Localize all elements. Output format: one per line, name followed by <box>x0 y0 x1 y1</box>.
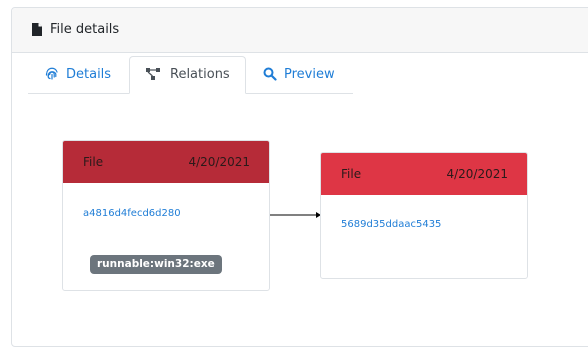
tag-badge: runnable:win32:exe <box>90 255 222 274</box>
page-title: File details <box>50 22 120 37</box>
node-hash-link[interactable]: 5689d35ddaac5435 <box>341 218 441 232</box>
node-header: File 4/20/2021 <box>63 141 269 183</box>
graph-node-file[interactable]: File 4/20/2021 a4816d4fecd6d280 runnable… <box>62 140 270 291</box>
tab-details[interactable]: Details <box>28 56 128 93</box>
file-details-panel: File details Details Relations Preview F… <box>11 7 588 347</box>
search-icon <box>263 67 277 81</box>
tab-relations-label: Relations <box>170 67 230 82</box>
file-icon <box>32 23 42 36</box>
tab-preview[interactable]: Preview <box>258 56 353 93</box>
relation-edge-arrow <box>270 212 321 218</box>
node-type: File <box>83 155 104 169</box>
tab-relations[interactable]: Relations <box>129 56 246 94</box>
panel-header: File details <box>12 8 588 53</box>
tab-preview-label: Preview <box>284 67 335 82</box>
fingerprint-icon <box>45 67 58 80</box>
node-date: 4/20/2021 <box>446 167 508 181</box>
node-hash-link[interactable]: a4816d4fecd6d280 <box>83 207 181 221</box>
node-type: File <box>341 167 362 181</box>
tab-bar: Details Relations Preview <box>28 56 353 94</box>
graph-node-file[interactable]: File 4/20/2021 5689d35ddaac5435 <box>320 152 528 279</box>
tab-details-label: Details <box>66 67 112 82</box>
node-header: File 4/20/2021 <box>321 153 527 195</box>
graph-icon <box>146 68 160 80</box>
node-date: 4/20/2021 <box>188 155 250 169</box>
